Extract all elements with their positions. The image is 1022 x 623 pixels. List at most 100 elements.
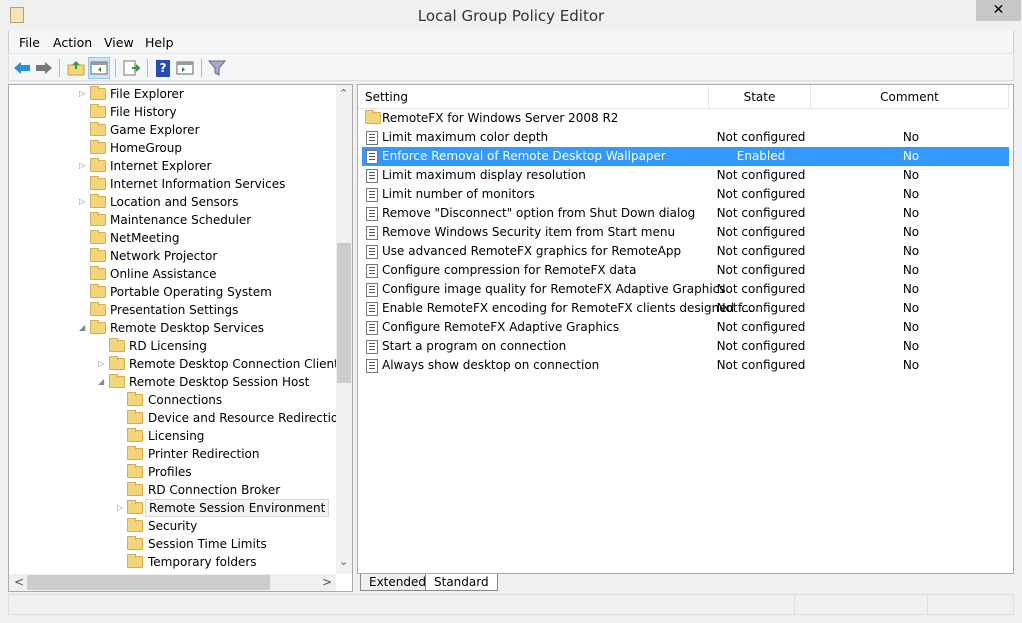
column-header-setting[interactable]: Setting (358, 85, 709, 109)
setting-state: Not configured (716, 244, 806, 258)
tree-item[interactable]: Security (9, 517, 334, 535)
folder-icon (90, 176, 106, 190)
expander-icon[interactable]: ▷ (117, 499, 123, 517)
folder-icon (127, 392, 143, 406)
folder-icon (90, 104, 106, 118)
policy-setting-icon (366, 207, 378, 221)
filter-icon[interactable] (206, 57, 228, 79)
tree-item[interactable]: Presentation Settings (9, 301, 334, 319)
tree-item[interactable]: Portable Operating System (9, 283, 334, 301)
policy-setting-icon (366, 340, 378, 354)
setting-state: Not configured (716, 187, 806, 201)
policy-setting-icon (366, 302, 378, 316)
tree-item[interactable]: Internet Information Services (9, 175, 334, 193)
expander-icon[interactable]: ▷ (79, 157, 85, 175)
folder-icon (127, 518, 143, 532)
setting-row[interactable]: Configure image quality for RemoteFX Ada… (362, 280, 1009, 299)
show-hide-action-pane-icon[interactable] (174, 57, 196, 79)
folder-icon (127, 446, 143, 460)
column-header-state[interactable]: State (709, 85, 811, 109)
tree-item[interactable]: File History (9, 103, 334, 121)
setting-row[interactable]: Limit maximum color depth Not configured N… (362, 128, 1009, 147)
expander-icon[interactable]: ▷ (79, 85, 85, 103)
show-hide-tree-icon[interactable] (88, 57, 110, 79)
tree-item[interactable]: ▷ Internet Explorer (9, 157, 334, 175)
help-icon[interactable]: ? (152, 57, 174, 79)
tree-item[interactable]: ◢ Remote Desktop Session Host (9, 373, 334, 391)
tab-standard[interactable]: Standard (425, 574, 498, 591)
tree-item[interactable]: HomeGroup (9, 139, 334, 157)
expander-icon[interactable]: ▷ (79, 193, 85, 211)
policy-setting-icon (366, 226, 378, 240)
tree-vertical-scrollbar[interactable]: ⌃ ⌄ (336, 85, 352, 574)
setting-name: Remove Windows Security item from Start … (382, 225, 676, 239)
setting-row[interactable]: Configure compression for RemoteFX data N… (362, 261, 1009, 280)
scroll-thumb[interactable] (337, 243, 351, 383)
policy-setting-icon (366, 169, 378, 183)
tree-item[interactable]: ◢ Remote Desktop Services (9, 319, 334, 337)
setting-row[interactable]: Enable RemoteFX encoding for RemoteFX cl… (362, 299, 1009, 318)
folder-icon (127, 554, 143, 568)
setting-row[interactable]: Use advanced RemoteFX graphics for Remot… (362, 242, 1009, 261)
tab-extended[interactable]: Extended (360, 574, 435, 591)
tree-item[interactable]: Printer Redirection (9, 445, 334, 463)
tree-item[interactable]: ▷ Location and Sensors (9, 193, 334, 211)
setting-name: Limit maximum color depth (382, 130, 549, 144)
tree-item[interactable]: Game Explorer (9, 121, 334, 139)
setting-row[interactable]: Limit maximum display resolution Not conf… (362, 166, 1009, 185)
menu-action[interactable]: Action (53, 35, 92, 50)
scroll-right-button[interactable]: > (322, 575, 332, 589)
setting-row[interactable]: Configure RemoteFX Adaptive Graphics Not … (362, 318, 1009, 337)
tree-item-label: Maintenance Scheduler (110, 213, 252, 227)
menu-view[interactable]: View (104, 35, 134, 50)
expander-icon[interactable]: ◢ (98, 373, 104, 391)
setting-row[interactable]: Remove Windows Security item from Start … (362, 223, 1009, 242)
tree-item[interactable]: RD Connection Broker (9, 481, 334, 499)
tree-item[interactable]: Network Projector (9, 247, 334, 265)
tree-item-label: Security (148, 519, 198, 533)
tree-item[interactable]: Temporary folders (9, 553, 334, 571)
tree-item[interactable]: RD Licensing (9, 337, 334, 355)
setting-state: Not configured (716, 130, 806, 144)
tree-horizontal-scrollbar[interactable]: < > (9, 574, 336, 591)
setting-comment: No (902, 263, 920, 277)
menu-help[interactable]: Help (145, 35, 174, 50)
close-button[interactable]: ✕ (976, 0, 1021, 21)
menu-file[interactable]: File (19, 35, 40, 50)
folder-row[interactable]: RemoteFX for Windows Server 2008 R2 (362, 109, 1009, 128)
policy-setting-icon (366, 359, 378, 373)
export-list-icon[interactable] (120, 57, 142, 79)
tree-item[interactable]: Profiles (9, 463, 334, 481)
setting-row[interactable]: Start a program on connection Not configu… (362, 337, 1009, 356)
tree-item[interactable]: ▷ Remote Session Environment (9, 499, 334, 517)
expander-icon[interactable]: ▷ (98, 355, 104, 373)
expander-icon[interactable]: ◢ (79, 319, 85, 337)
tree-item[interactable]: NetMeeting (9, 229, 334, 247)
scroll-down-button[interactable]: ⌄ (339, 555, 348, 568)
up-folder-icon[interactable] (65, 57, 87, 79)
setting-state: Not configured (716, 206, 806, 220)
setting-row[interactable]: Limit number of monitors Not configured No (362, 185, 1009, 204)
tree-item[interactable]: ▷ Remote Desktop Connection Client (9, 355, 339, 373)
tree-item[interactable]: Session Time Limits (9, 535, 334, 553)
scroll-thumb[interactable] (27, 575, 270, 590)
tree-item[interactable]: Maintenance Scheduler (9, 211, 334, 229)
setting-row[interactable]: Always show desktop on connection Not con… (362, 356, 1009, 375)
folder-icon (90, 86, 106, 100)
tree-item[interactable]: Connections (9, 391, 334, 409)
setting-row[interactable]: Remove "Disconnect" option from Shut Dow… (362, 204, 1009, 223)
settings-pane: Setting State Comment RemoteFX for Windo… (357, 84, 1014, 574)
column-header-comment[interactable]: Comment (811, 85, 1009, 109)
tree-item-label: Internet Explorer (110, 159, 212, 173)
scroll-up-button[interactable]: ⌃ (339, 87, 348, 100)
tree-item[interactable]: ▷ File Explorer (9, 85, 334, 103)
setting-row[interactable]: Enforce Removal of Remote Desktop Wallpa… (362, 147, 1009, 166)
tree-item[interactable]: Licensing (9, 427, 334, 445)
tree-item[interactable]: Online Assistance (9, 265, 334, 283)
scroll-left-button[interactable]: < (14, 575, 24, 589)
folder-icon (127, 500, 143, 514)
back-arrow-icon[interactable] (11, 57, 33, 79)
tree-item[interactable]: Device and Resource Redirection (9, 409, 346, 427)
setting-state: Enabled (736, 149, 786, 163)
forward-arrow-icon[interactable] (33, 57, 55, 79)
